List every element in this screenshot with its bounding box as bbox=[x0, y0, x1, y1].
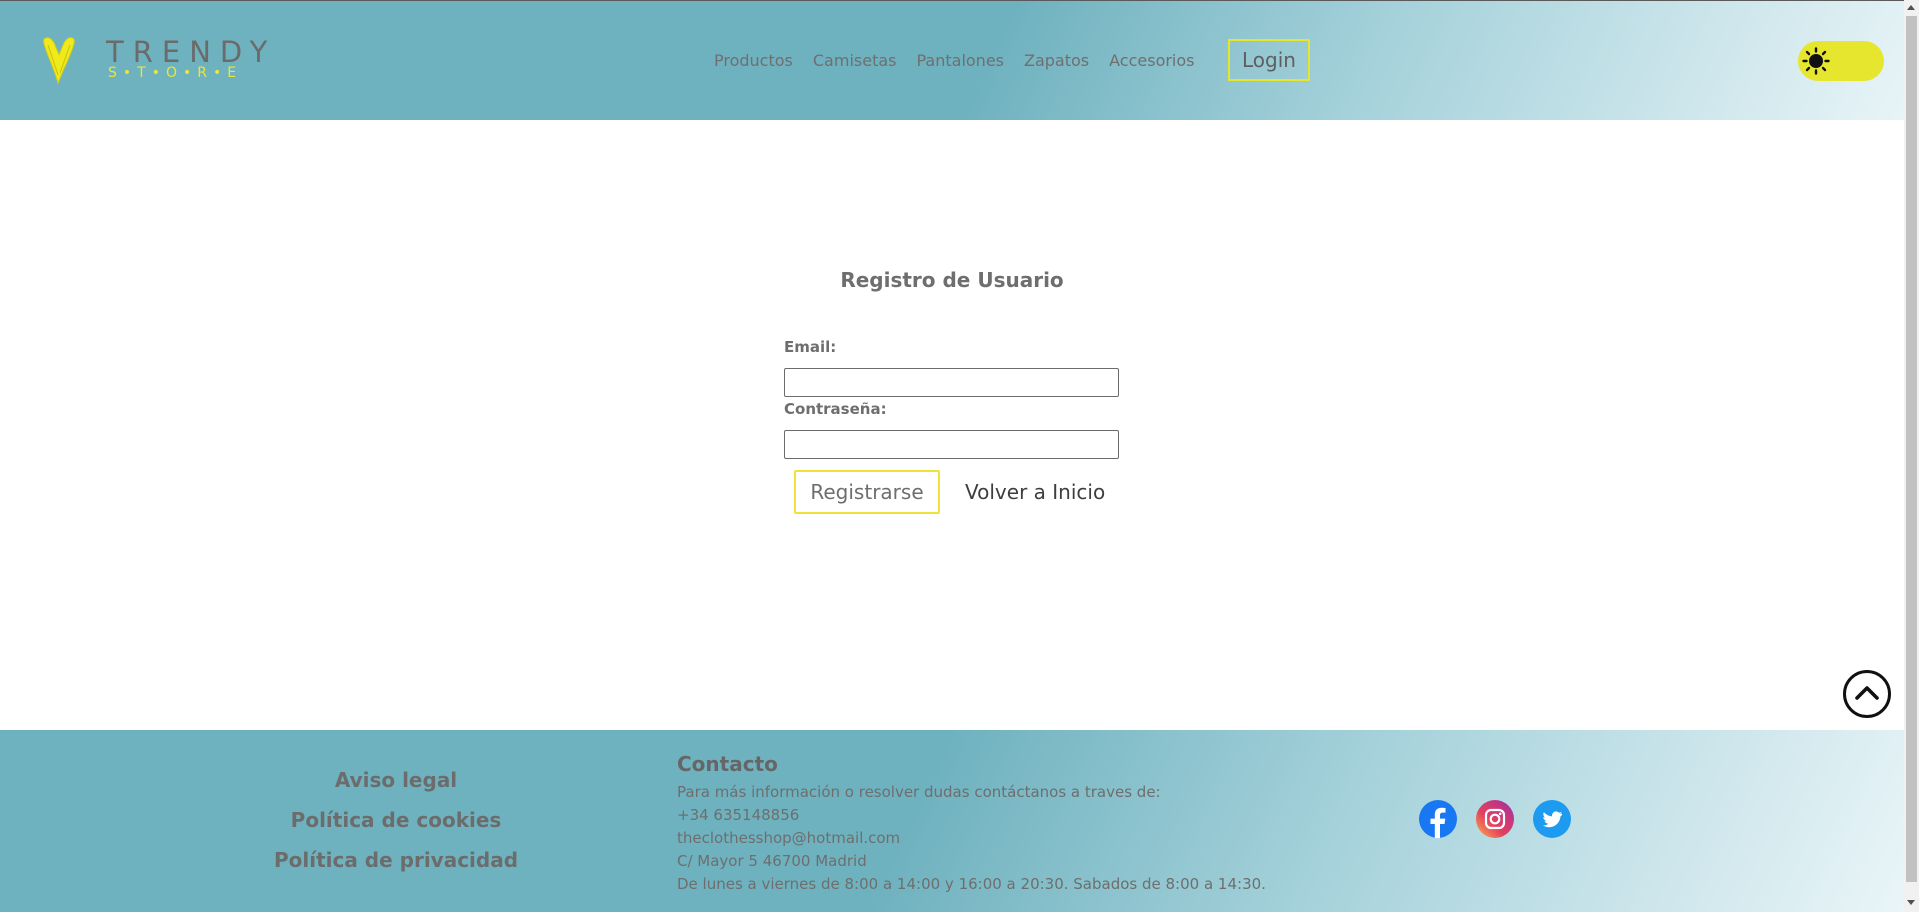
legal-notice-link[interactable]: Aviso legal bbox=[196, 768, 596, 792]
main-nav: Productos Camisetas Pantalones Zapatos A… bbox=[704, 51, 1205, 70]
facebook-icon[interactable] bbox=[1419, 800, 1457, 838]
heart-logo-icon bbox=[43, 37, 75, 85]
email-field[interactable] bbox=[784, 368, 1119, 397]
contact-hours: De lunes a viernes de 8:00 a 14:00 y 16:… bbox=[677, 875, 1266, 893]
vertical-scrollbar[interactable] bbox=[1904, 0, 1919, 912]
contact-title: Contacto bbox=[677, 752, 778, 776]
password-label: Contraseña: bbox=[784, 400, 887, 418]
chevron-up-icon bbox=[1855, 686, 1879, 700]
logo-sub-text: S•T•O•R•E bbox=[108, 65, 243, 81]
scroll-down-arrow-icon[interactable] bbox=[1907, 900, 1915, 905]
logo-brand-text: TRENDY bbox=[106, 35, 277, 69]
nav-camisetas[interactable]: Camisetas bbox=[803, 51, 907, 70]
nav-productos[interactable]: Productos bbox=[704, 51, 803, 70]
login-button[interactable]: Login bbox=[1228, 39, 1310, 81]
nav-pantalones[interactable]: Pantalones bbox=[906, 51, 1014, 70]
contact-email: theclothesshop@hotmail.com bbox=[677, 829, 901, 847]
sun-icon bbox=[1802, 47, 1830, 75]
contact-intro: Para más información o resolver dudas co… bbox=[677, 783, 1161, 801]
back-home-link[interactable]: Volver a Inicio bbox=[965, 480, 1105, 504]
register-button[interactable]: Registrarse bbox=[794, 470, 940, 514]
email-label: Email: bbox=[784, 338, 837, 356]
site-footer: Aviso legal Política de cookies Política… bbox=[0, 730, 1904, 912]
page: TRENDY S•T•O•R•E Productos Camisetas Pan… bbox=[0, 0, 1904, 912]
theme-toggle[interactable] bbox=[1798, 41, 1884, 81]
privacy-policy-link[interactable]: Política de privacidad bbox=[196, 848, 596, 872]
scrollbar-thumb[interactable] bbox=[1906, 16, 1917, 882]
page-title: Registro de Usuario bbox=[840, 268, 1064, 292]
nav-zapatos[interactable]: Zapatos bbox=[1014, 51, 1099, 70]
logo[interactable]: TRENDY S•T•O•R•E bbox=[40, 35, 267, 87]
twitter-icon[interactable] bbox=[1533, 800, 1571, 838]
contact-address: C/ Mayor 5 46700 Madrid bbox=[677, 852, 867, 870]
password-field[interactable] bbox=[784, 430, 1119, 459]
instagram-icon[interactable] bbox=[1476, 800, 1514, 838]
nav-accesorios[interactable]: Accesorios bbox=[1099, 51, 1204, 70]
cookies-policy-link[interactable]: Política de cookies bbox=[196, 808, 596, 832]
scroll-up-arrow-icon[interactable] bbox=[1907, 5, 1915, 10]
site-header: TRENDY S•T•O•R•E Productos Camisetas Pan… bbox=[0, 0, 1904, 120]
scroll-top-button[interactable] bbox=[1843, 670, 1891, 718]
contact-phone: +34 635148856 bbox=[677, 806, 800, 824]
